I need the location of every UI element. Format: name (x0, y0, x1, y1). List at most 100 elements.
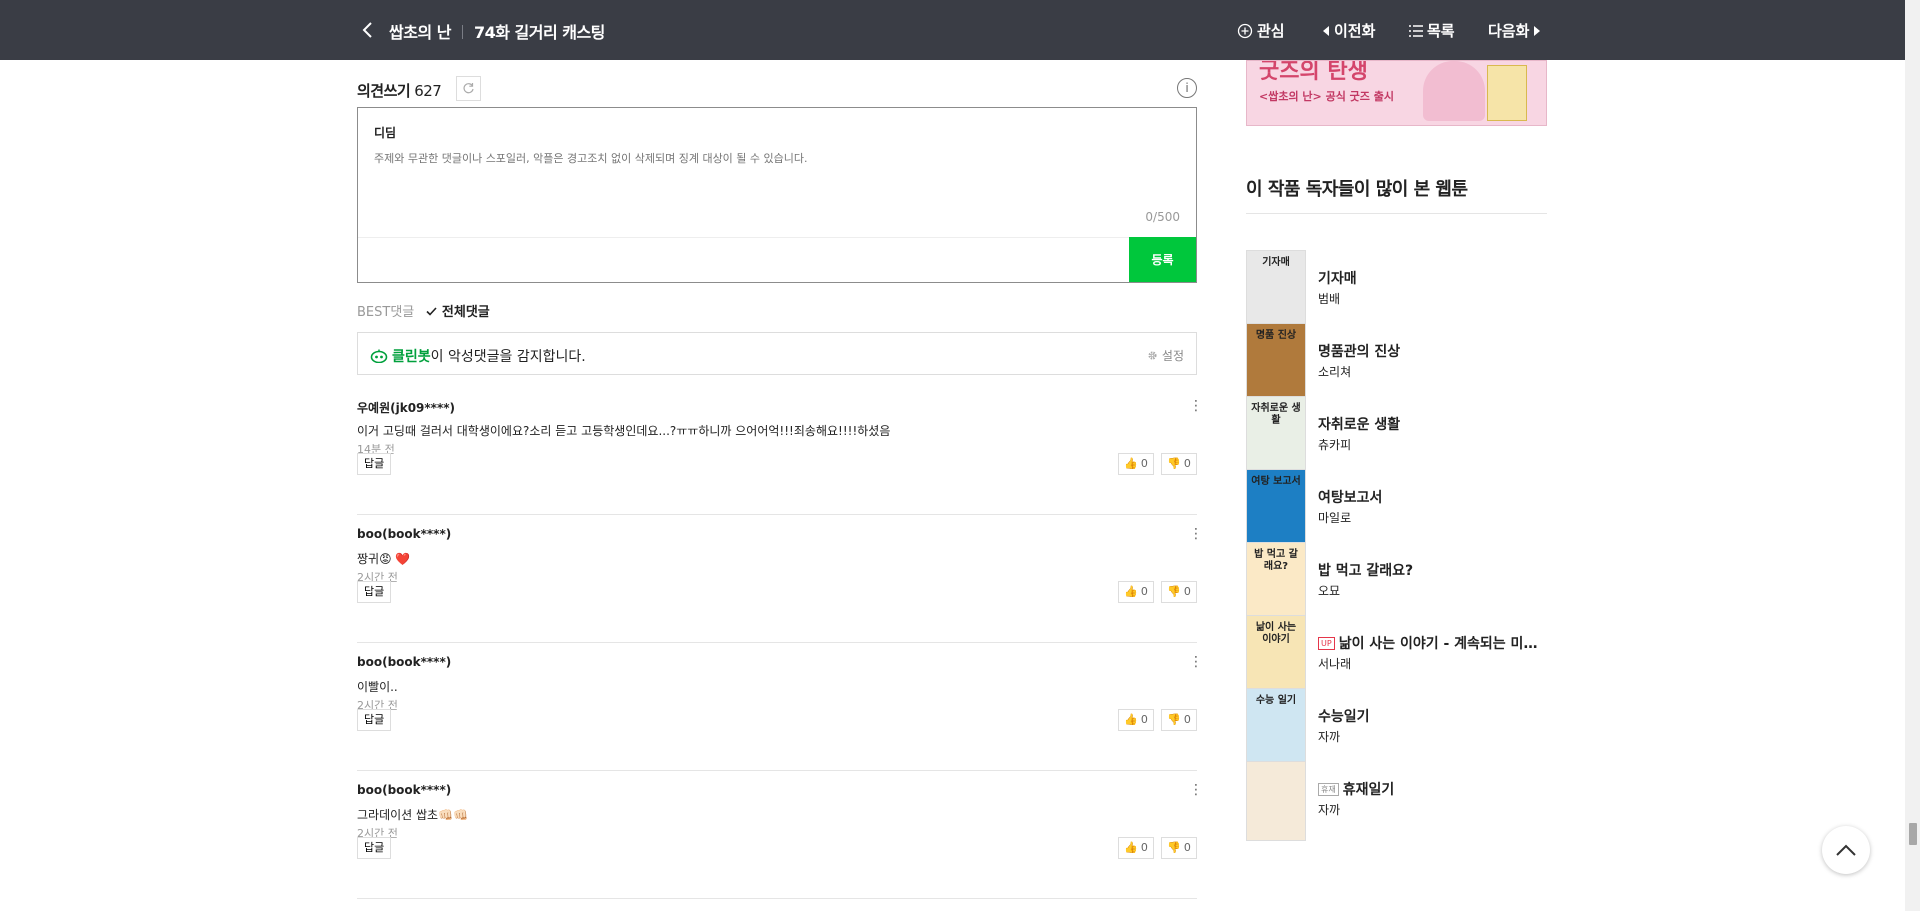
plus-circle-icon (1237, 23, 1253, 38)
dislike-button[interactable]: 👎 0 (1161, 837, 1197, 859)
recommend-item[interactable]: 밥 먹고 갈래요? 밥 먹고 갈래요? 오묘 (1246, 542, 1547, 624)
recommend-divider (1246, 213, 1547, 214)
webtoon-title[interactable]: 기자매 (1318, 268, 1357, 288)
banner-headline: 굿즈의 탄생 (1259, 60, 1368, 84)
thumbs-up-icon: 👍 (1124, 585, 1138, 598)
cleanbot-message: 이 악성댓글을 감지합니다. (430, 349, 586, 365)
dislike-count: 0 (1183, 713, 1191, 726)
like-button[interactable]: 👍 0 (1118, 581, 1154, 603)
dislike-count: 0 (1183, 457, 1191, 470)
like-count: 0 (1140, 585, 1148, 598)
reply-button[interactable]: 답글 (357, 581, 392, 603)
like-button[interactable]: 👍 0 (1118, 453, 1154, 475)
banner-goods-image (1487, 65, 1527, 121)
thumbnail-title-art: 수능 일기 (1255, 695, 1297, 706)
series-title[interactable]: 쌉초의 난 (389, 23, 451, 42)
caret-left-icon (1323, 25, 1329, 36)
checkmark-icon (426, 307, 437, 316)
goods-banner[interactable]: 굿즈의 탄생 <쌉초의 난> 공식 굿즈 출시 (1246, 60, 1547, 126)
more-options-icon[interactable]: ⋮ (1189, 653, 1203, 671)
thumbnail-title-art: 여탕 보고서 (1251, 476, 1301, 487)
webtoon-title-text: 명품관의 진상 (1318, 344, 1401, 360)
viewer-top-bar: 쌉초의 난 74화 길거리 캐스팅 관심 이전화 목록 다음화 (0, 0, 1905, 60)
webtoon-thumbnail[interactable]: 수능 일기 (1246, 688, 1306, 768)
webtoon-thumbnail[interactable]: 밥 먹고 갈래요? (1246, 542, 1306, 622)
recommend-item[interactable]: 수능 일기수능일기자까 (1246, 688, 1547, 770)
comment-write-box: 디딤 0/500 등록 (357, 107, 1197, 283)
scroll-top-button[interactable] (1822, 826, 1870, 874)
webtoon-title[interactable]: 자취로운 생활 (1318, 414, 1400, 434)
title-divider (461, 25, 463, 39)
dislike-button[interactable]: 👎 0 (1161, 709, 1197, 731)
webtoon-thumbnail[interactable]: 낢이 사는 이야기 (1246, 615, 1306, 695)
reply-button[interactable]: 답글 (357, 837, 392, 859)
scrollbar-thumb[interactable] (1909, 823, 1917, 845)
webtoon-thumbnail[interactable]: 자취로운 생활 (1246, 396, 1306, 476)
tab-all-comments[interactable]: 전체댓글 (426, 305, 490, 320)
recommend-item[interactable]: 명품 진상 명품관의 진상소리쳐 (1246, 323, 1547, 405)
more-options-icon[interactable]: ⋮ (1189, 781, 1203, 799)
cleanbot-name: 클린봇 (392, 349, 431, 365)
recommend-item[interactable]: 자취로운 생활 자취로운 생활 츄카피 (1246, 396, 1547, 478)
back-arrow-icon[interactable] (356, 18, 380, 42)
webtoon-title-text: 낢이 사는 이야기 - 계속되는 미미... (1338, 636, 1547, 652)
refresh-button[interactable] (456, 76, 481, 101)
webtoon-author: 자까 (1318, 730, 1341, 744)
dislike-button[interactable]: 👎 0 (1161, 581, 1197, 603)
submit-button[interactable]: 등록 (1129, 237, 1196, 282)
comment-input[interactable] (374, 152, 1174, 165)
recommend-item[interactable]: 낢이 사는 이야기 UP 낢이 사는 이야기 - 계속되는 미미... 서나래 (1246, 615, 1547, 697)
webtoon-author: 소리쳐 (1318, 365, 1352, 379)
char-counter: 0/500 (1145, 210, 1180, 224)
writer-username: 디딤 (374, 126, 397, 140)
list-button[interactable]: 목록 (1409, 20, 1455, 41)
webtoon-title[interactable]: 휴재 휴재일기 (1318, 779, 1394, 799)
webtoon-thumbnail[interactable]: 기자매 (1246, 250, 1306, 330)
comment-body: 이거 고딩때 걸러서 대학생이에요?소리 듣고 고등학생인데요...?ㅠㅠ하니까… (357, 424, 891, 438)
recommend-item[interactable]: 여탕 보고서 여탕보고서 마일로 (1246, 469, 1547, 551)
thumbs-up-icon: 👍 (1124, 713, 1138, 726)
webtoon-title[interactable]: 여탕보고서 (1318, 487, 1382, 507)
webtoon-title-text: 여탕보고서 (1318, 490, 1383, 506)
cleanbot-icon (370, 349, 388, 363)
comment-author: boo(book****) (357, 655, 452, 669)
dislike-button[interactable]: 👎 0 (1161, 453, 1197, 475)
like-button[interactable]: 👍 0 (1118, 837, 1154, 859)
more-options-icon[interactable]: ⋮ (1189, 525, 1203, 543)
webtoon-thumbnail[interactable] (1246, 761, 1306, 841)
tab-best-comments[interactable]: BEST댓글 (357, 305, 414, 320)
thumbs-up-icon: 👍 (1124, 841, 1138, 854)
recommend-item[interactable]: 기자매 기자매 범배 (1246, 250, 1547, 332)
prev-episode-label: 이전화 (1334, 22, 1376, 40)
interest-label: 관심 (1257, 22, 1285, 40)
webtoon-title[interactable]: 명품관의 진상 (1318, 341, 1400, 361)
webtoon-thumbnail[interactable]: 명품 진상 (1246, 323, 1306, 403)
reply-button[interactable]: 답글 (357, 453, 392, 475)
cleanbot-notice: 클린봇이 악성댓글을 감지합니다. 설정 (357, 332, 1197, 375)
recommend-heading: 이 작품 독자들이 많이 본 웹툰 (1246, 179, 1468, 200)
page-scrollbar[interactable] (1905, 0, 1920, 911)
episode-title: 74화 길거리 캐스팅 (473, 23, 605, 42)
info-icon[interactable]: i (1177, 78, 1197, 98)
thumbnail-title-art: 낢이 사는 이야기 (1255, 622, 1297, 645)
webtoon-title[interactable]: UP 낢이 사는 이야기 - 계속되는 미미... (1318, 633, 1547, 653)
reply-button[interactable]: 답글 (357, 709, 392, 731)
next-episode-button[interactable]: 다음화 (1488, 20, 1541, 41)
recommend-item[interactable]: 휴재 휴재일기 자까 (1246, 761, 1547, 843)
like-button[interactable]: 👍 0 (1118, 709, 1154, 731)
webtoon-title[interactable]: 수능일기 (1318, 706, 1370, 726)
status-badge: 휴재 (1318, 783, 1339, 796)
dislike-count: 0 (1183, 585, 1191, 598)
comment-write-heading: 의견쓰기 627 (357, 80, 442, 101)
webtoon-title[interactable]: 밥 먹고 갈래요? (1318, 560, 1413, 580)
webtoon-author: 서나래 (1318, 657, 1352, 671)
interest-button[interactable]: 관심 (1237, 20, 1285, 41)
more-options-icon[interactable]: ⋮ (1189, 397, 1203, 415)
prev-episode-button[interactable]: 이전화 (1322, 20, 1375, 41)
comment-count: 627 (414, 82, 442, 100)
gear-icon (1148, 351, 1157, 360)
webtoon-thumbnail[interactable]: 여탕 보고서 (1246, 469, 1306, 549)
webtoon-author: 오묘 (1318, 584, 1341, 598)
comment-item: boo(book****) ⋮ 그라데이션 쌉초👊🏻👊🏻 2시간 전 답글 👍 0… (357, 771, 1203, 899)
cleanbot-setting-button[interactable]: 설정 (1147, 347, 1184, 364)
